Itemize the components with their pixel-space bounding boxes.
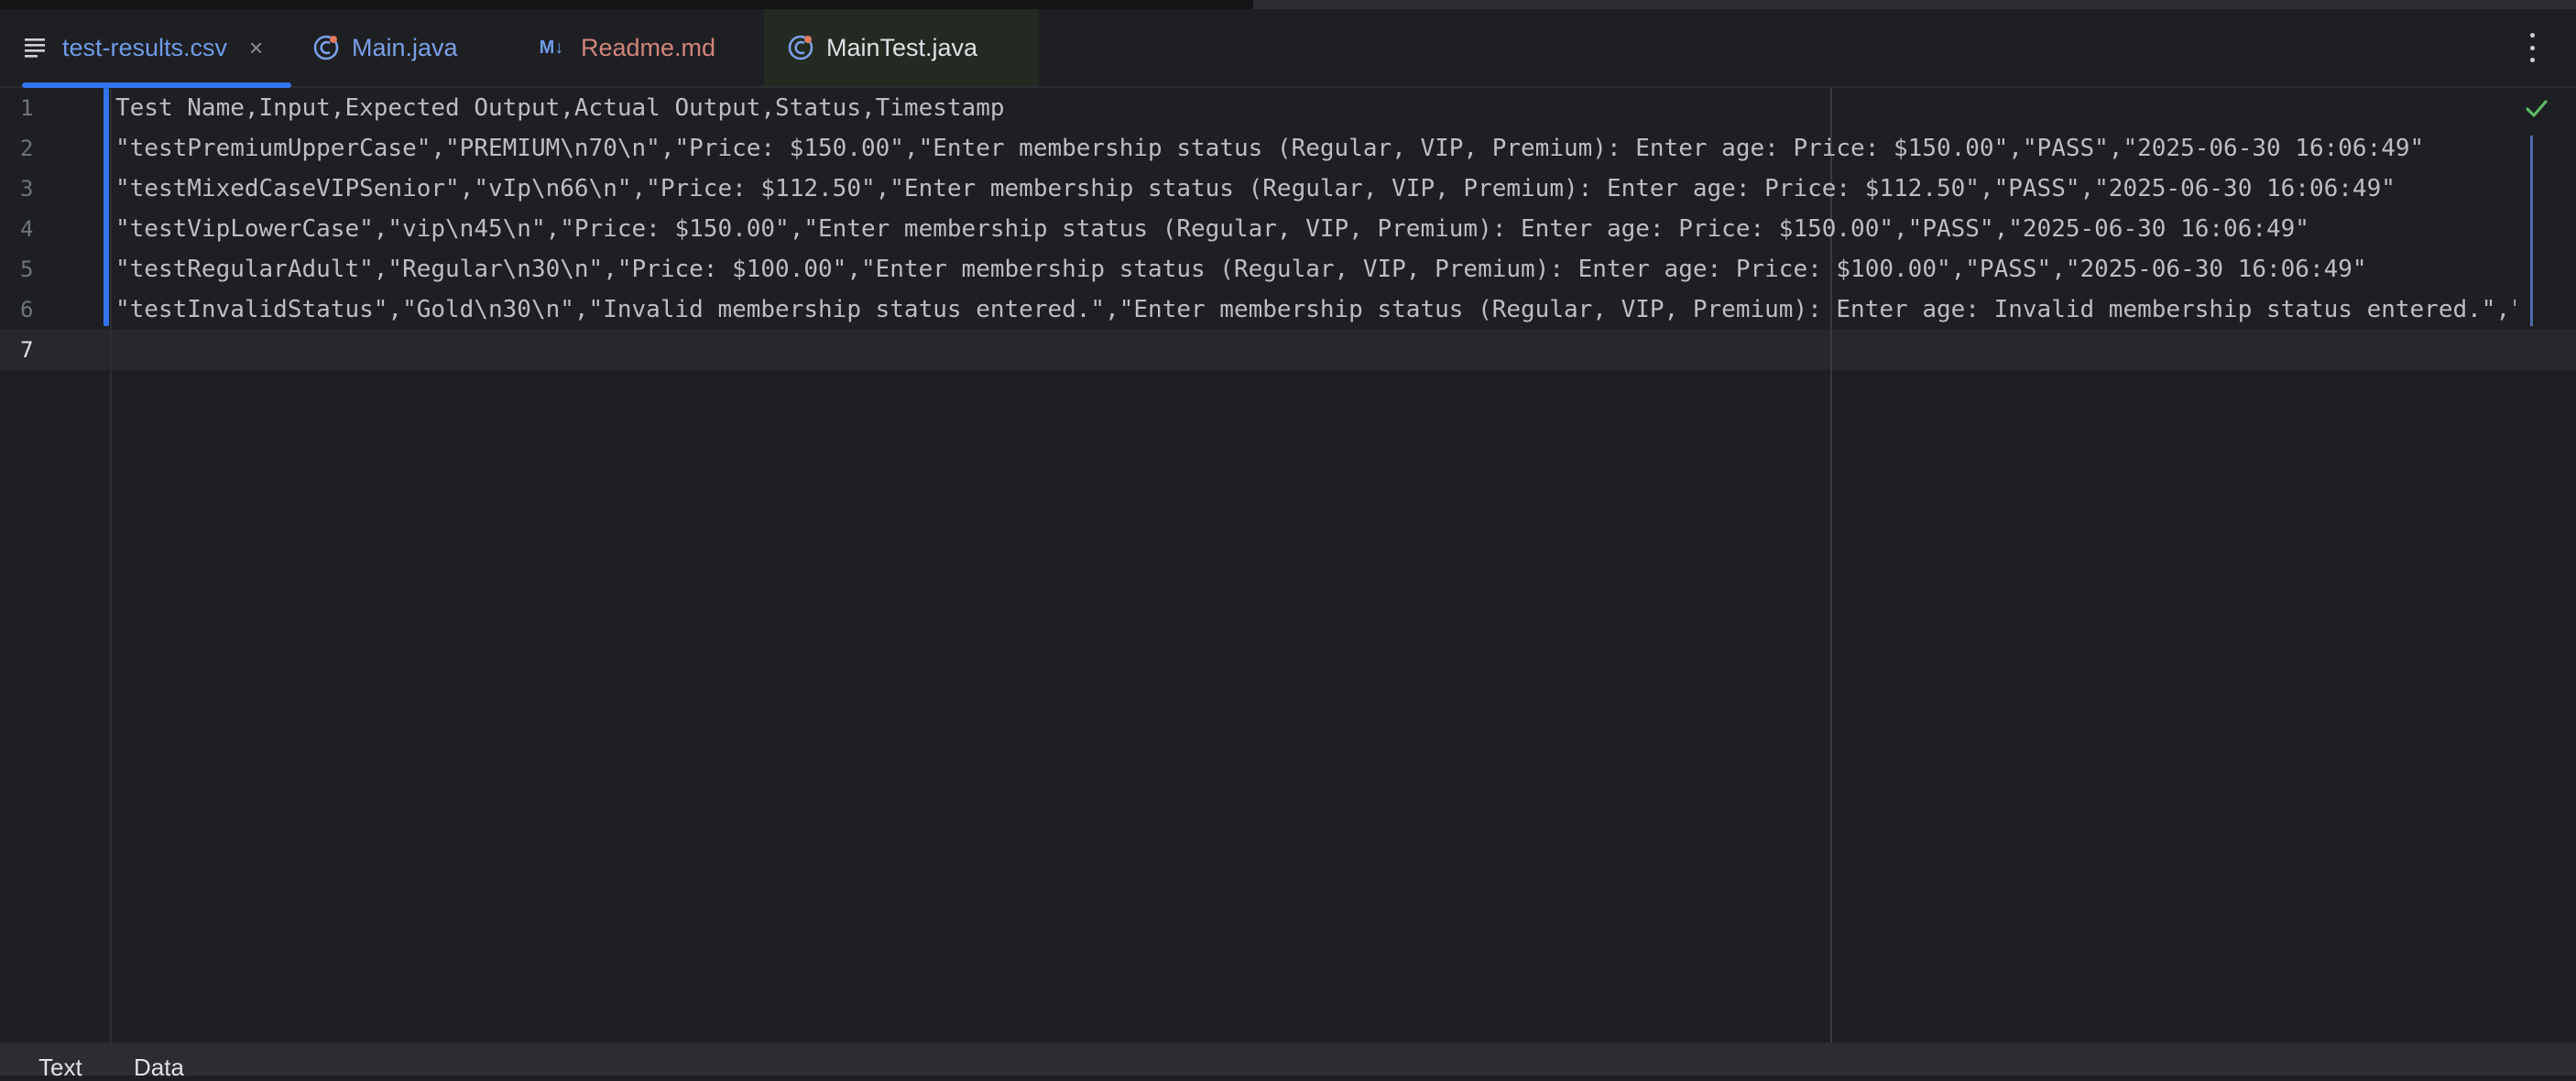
line-number: 5 [20, 257, 34, 282]
csv-header-line[interactable]: Test Name,Input,Expected Output,Actual O… [115, 88, 2516, 128]
current-line-highlight [0, 330, 2576, 370]
csv-row-line[interactable]: "testRegularAdult","Regular\n30\n","Pric… [115, 249, 2516, 289]
csv-row-line[interactable]: "testVipLowerCase","vip\n45\n","Price: $… [115, 209, 2516, 249]
tab-label: Main.java [352, 33, 458, 61]
more-options-icon[interactable] [2528, 33, 2536, 62]
tab-main-java[interactable]: Main.java [311, 9, 458, 86]
editor-mode-tabs: Text Data [0, 1043, 2576, 1081]
tab-data-mode[interactable]: Data [134, 1054, 184, 1081]
tab-maintest-java[interactable]: MainTest.java [764, 9, 1039, 86]
line-number: 2 [20, 136, 34, 161]
java-test-class-icon [786, 33, 815, 62]
csv-row-line[interactable]: "testPremiumUpperCase","PREMIUM\n70\n","… [115, 128, 2516, 169]
window-top-strip [0, 0, 2576, 9]
java-class-icon [311, 33, 341, 62]
tab-label: test-results.csv [62, 33, 228, 61]
tab-label: Readme.md [581, 33, 716, 61]
csv-row-line[interactable]: "testMixedCaseVIPSenior","vIp\n66\n","Pr… [115, 169, 2516, 209]
markdown-icon: M↓ [539, 37, 564, 58]
editor-tab-bar: test-results.csv × Main.java M↓ Readme.m… [0, 9, 2576, 88]
text-file-icon [22, 33, 51, 62]
line-number: 3 [20, 176, 34, 202]
line-number: 1 [20, 95, 34, 121]
csv-row-line[interactable]: "testInvalidStatus","Gold\n30\n","Invali… [115, 289, 2516, 330]
tab-readme-md[interactable]: M↓ Readme.md [533, 9, 715, 86]
line-number-current: 7 [20, 337, 34, 363]
line-number: 4 [20, 216, 34, 242]
tab-label: MainTest.java [826, 33, 978, 61]
tab-text-mode[interactable]: Text [38, 1054, 82, 1081]
close-tab-icon[interactable]: × [249, 34, 263, 62]
scrollbar-marker[interactable] [2530, 136, 2533, 326]
line-number: 6 [20, 297, 34, 322]
vcs-change-marker [104, 88, 109, 326]
no-problems-check-icon[interactable] [2523, 95, 2550, 123]
tab-test-results-csv[interactable]: test-results.csv × [22, 9, 291, 88]
csv-editor[interactable]: 1 2 3 4 5 6 7 Test Name,Input,Expected O… [0, 88, 2576, 1043]
